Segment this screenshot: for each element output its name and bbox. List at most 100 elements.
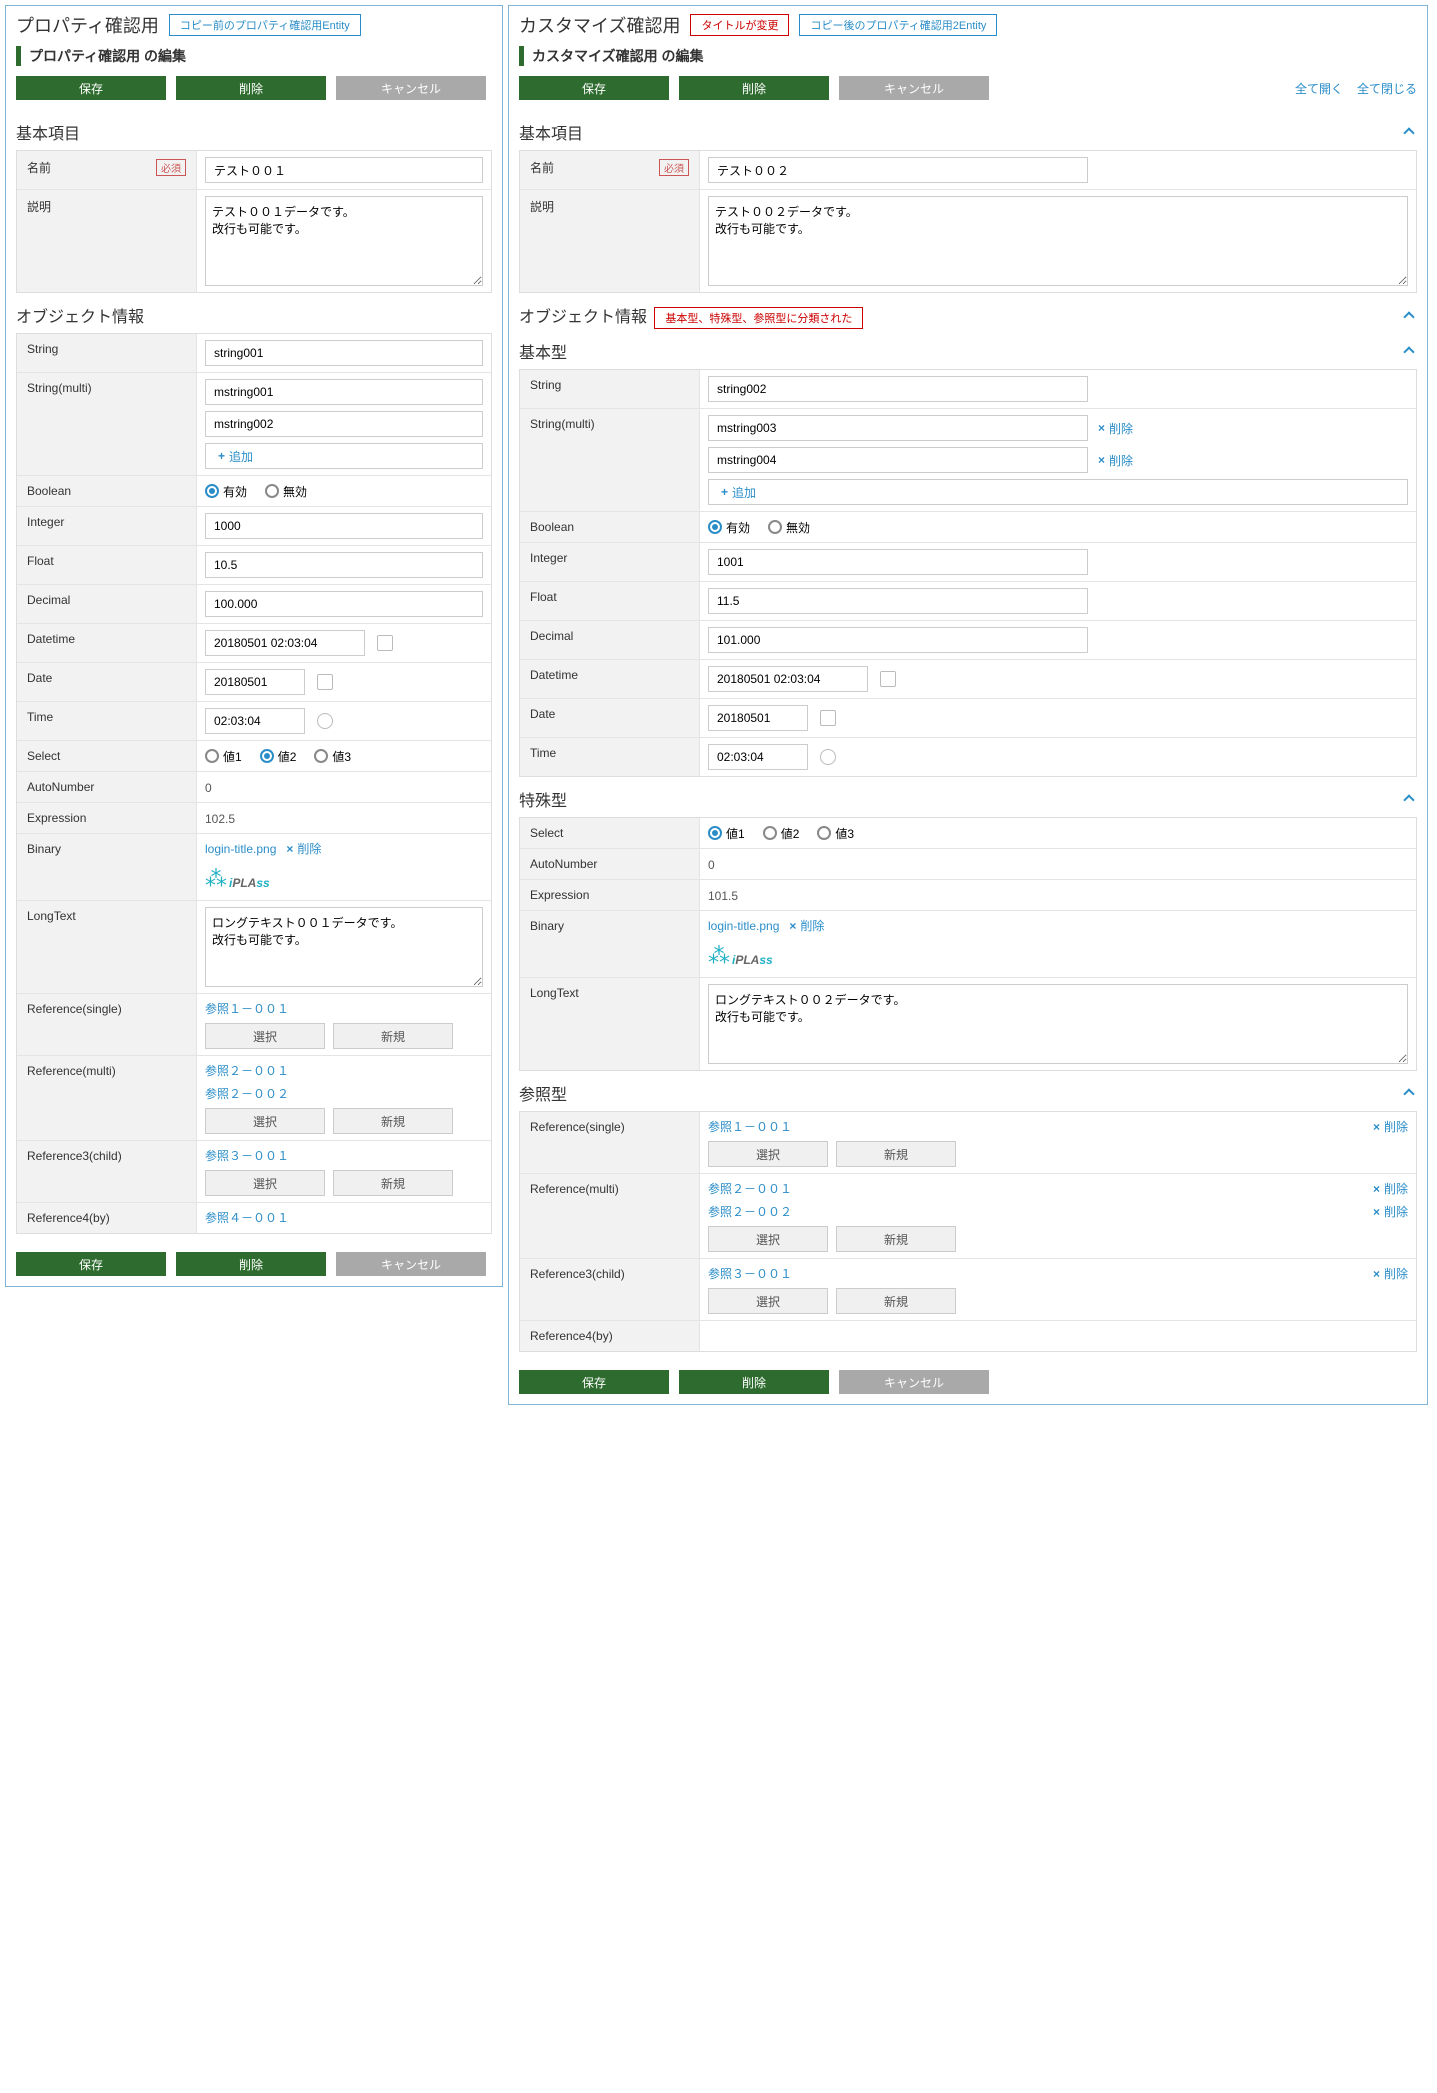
radio-opt3[interactable]: 値3 xyxy=(314,748,351,765)
clock-icon[interactable] xyxy=(317,713,333,729)
chevron-up-icon[interactable] xyxy=(1403,125,1417,139)
mstring-input[interactable] xyxy=(205,379,483,405)
datetime-input[interactable] xyxy=(708,666,868,692)
chevron-up-icon[interactable] xyxy=(1403,1086,1417,1100)
select-button[interactable]: 選択 xyxy=(205,1108,325,1134)
chevron-up-icon[interactable] xyxy=(1403,792,1417,806)
radio-opt2[interactable]: 値2 xyxy=(260,748,297,765)
cancel-button[interactable]: キャンセル xyxy=(839,1370,989,1394)
calendar-icon[interactable] xyxy=(317,674,333,690)
ref-link[interactable]: 参照３－００１ xyxy=(205,1147,483,1164)
select-button[interactable]: 選択 xyxy=(708,1288,828,1314)
radio-on[interactable]: 有効 xyxy=(708,519,750,536)
row-delete[interactable]: ×削除 xyxy=(1373,1180,1408,1197)
desc-input[interactable] xyxy=(708,196,1408,286)
float-input[interactable] xyxy=(205,552,483,578)
new-button[interactable]: 新規 xyxy=(836,1288,956,1314)
date-input[interactable] xyxy=(205,669,305,695)
calendar-icon[interactable] xyxy=(820,710,836,726)
ref-link[interactable]: 参照４－００１ xyxy=(205,1209,483,1226)
new-button[interactable]: 新規 xyxy=(836,1141,956,1167)
row-delete[interactable]: ×削除 xyxy=(1373,1203,1408,1220)
ref-link[interactable]: 参照２－００１ xyxy=(205,1062,483,1079)
label-float: Float xyxy=(530,590,557,604)
save-button[interactable]: 保存 xyxy=(16,76,166,100)
float-input[interactable] xyxy=(708,588,1088,614)
binary-file-link[interactable]: login-title.png xyxy=(708,919,779,933)
delete-button[interactable]: 削除 xyxy=(176,76,326,100)
mstring-input[interactable] xyxy=(708,415,1088,441)
name-input[interactable] xyxy=(205,157,483,183)
dec-input[interactable] xyxy=(205,591,483,617)
new-button[interactable]: 新規 xyxy=(333,1108,453,1134)
int-input[interactable] xyxy=(205,513,483,539)
select-button[interactable]: 選択 xyxy=(205,1170,325,1196)
radio-opt3[interactable]: 値3 xyxy=(817,825,854,842)
delete-button[interactable]: 削除 xyxy=(176,1252,326,1276)
expand-all[interactable]: 全て開く xyxy=(1295,80,1343,97)
label-expr: Expression xyxy=(530,888,589,902)
label-dt: Datetime xyxy=(530,668,578,682)
header-callout: コピー後のプロパティ確認用2Entity xyxy=(799,14,997,36)
datetime-input[interactable] xyxy=(205,630,365,656)
label-expr: Expression xyxy=(27,811,86,825)
radio-icon xyxy=(205,749,219,763)
add-button[interactable]: +追加 xyxy=(708,479,1408,505)
string-input[interactable] xyxy=(708,376,1088,402)
cancel-button[interactable]: キャンセル xyxy=(336,1252,486,1276)
desc-input[interactable] xyxy=(205,196,483,286)
date-input[interactable] xyxy=(708,705,808,731)
new-button[interactable]: 新規 xyxy=(836,1226,956,1252)
label-ref2: Reference(multi) xyxy=(27,1064,116,1078)
longtext-input[interactable] xyxy=(205,907,483,987)
radio-on[interactable]: 有効 xyxy=(205,483,247,500)
ref-link[interactable]: 参照１－００１ xyxy=(708,1118,1363,1135)
radio-opt2[interactable]: 値2 xyxy=(763,825,800,842)
ref-link[interactable]: 参照２－００２ xyxy=(205,1085,483,1102)
calendar-icon[interactable] xyxy=(377,635,393,651)
ref-link[interactable]: 参照３－００１ xyxy=(708,1265,1363,1282)
int-input[interactable] xyxy=(708,549,1088,575)
binary-delete[interactable]: ×削除 xyxy=(789,917,824,934)
calendar-icon[interactable] xyxy=(880,671,896,687)
binary-delete[interactable]: ×削除 xyxy=(286,840,321,857)
row-delete[interactable]: ×削除 xyxy=(1373,1265,1408,1282)
ref4-value xyxy=(708,1327,1408,1344)
add-button[interactable]: +追加 xyxy=(205,443,483,469)
clock-icon[interactable] xyxy=(820,749,836,765)
time-input[interactable] xyxy=(708,744,808,770)
ref-link[interactable]: 参照２－００１ xyxy=(708,1180,1363,1197)
ref-link[interactable]: 参照１－００１ xyxy=(205,1000,483,1017)
radio-opt1[interactable]: 値1 xyxy=(708,825,745,842)
longtext-input[interactable] xyxy=(708,984,1408,1064)
binary-file-link[interactable]: login-title.png xyxy=(205,842,276,856)
select-button[interactable]: 選択 xyxy=(708,1141,828,1167)
save-button[interactable]: 保存 xyxy=(519,76,669,100)
row-delete[interactable]: ×削除 xyxy=(1098,420,1133,437)
chevron-up-icon[interactable] xyxy=(1403,344,1417,358)
select-button[interactable]: 選択 xyxy=(205,1023,325,1049)
delete-button[interactable]: 削除 xyxy=(679,1370,829,1394)
time-input[interactable] xyxy=(205,708,305,734)
delete-button[interactable]: 削除 xyxy=(679,76,829,100)
select-button[interactable]: 選択 xyxy=(708,1226,828,1252)
new-button[interactable]: 新規 xyxy=(333,1170,453,1196)
collapse-all[interactable]: 全て閉じる xyxy=(1357,80,1417,97)
chevron-up-icon[interactable] xyxy=(1403,309,1417,323)
mstring-input[interactable] xyxy=(708,447,1088,473)
new-button[interactable]: 新規 xyxy=(333,1023,453,1049)
row-delete[interactable]: ×削除 xyxy=(1373,1118,1408,1135)
save-button[interactable]: 保存 xyxy=(16,1252,166,1276)
cancel-button[interactable]: キャンセル xyxy=(839,76,989,100)
radio-off[interactable]: 無効 xyxy=(768,519,810,536)
radio-opt1[interactable]: 値1 xyxy=(205,748,242,765)
cancel-button[interactable]: キャンセル xyxy=(336,76,486,100)
string-input[interactable] xyxy=(205,340,483,366)
row-delete[interactable]: ×削除 xyxy=(1098,452,1133,469)
save-button[interactable]: 保存 xyxy=(519,1370,669,1394)
ref-link[interactable]: 参照２－００２ xyxy=(708,1203,1363,1220)
radio-off[interactable]: 無効 xyxy=(265,483,307,500)
name-input[interactable] xyxy=(708,157,1088,183)
dec-input[interactable] xyxy=(708,627,1088,653)
mstring-input[interactable] xyxy=(205,411,483,437)
